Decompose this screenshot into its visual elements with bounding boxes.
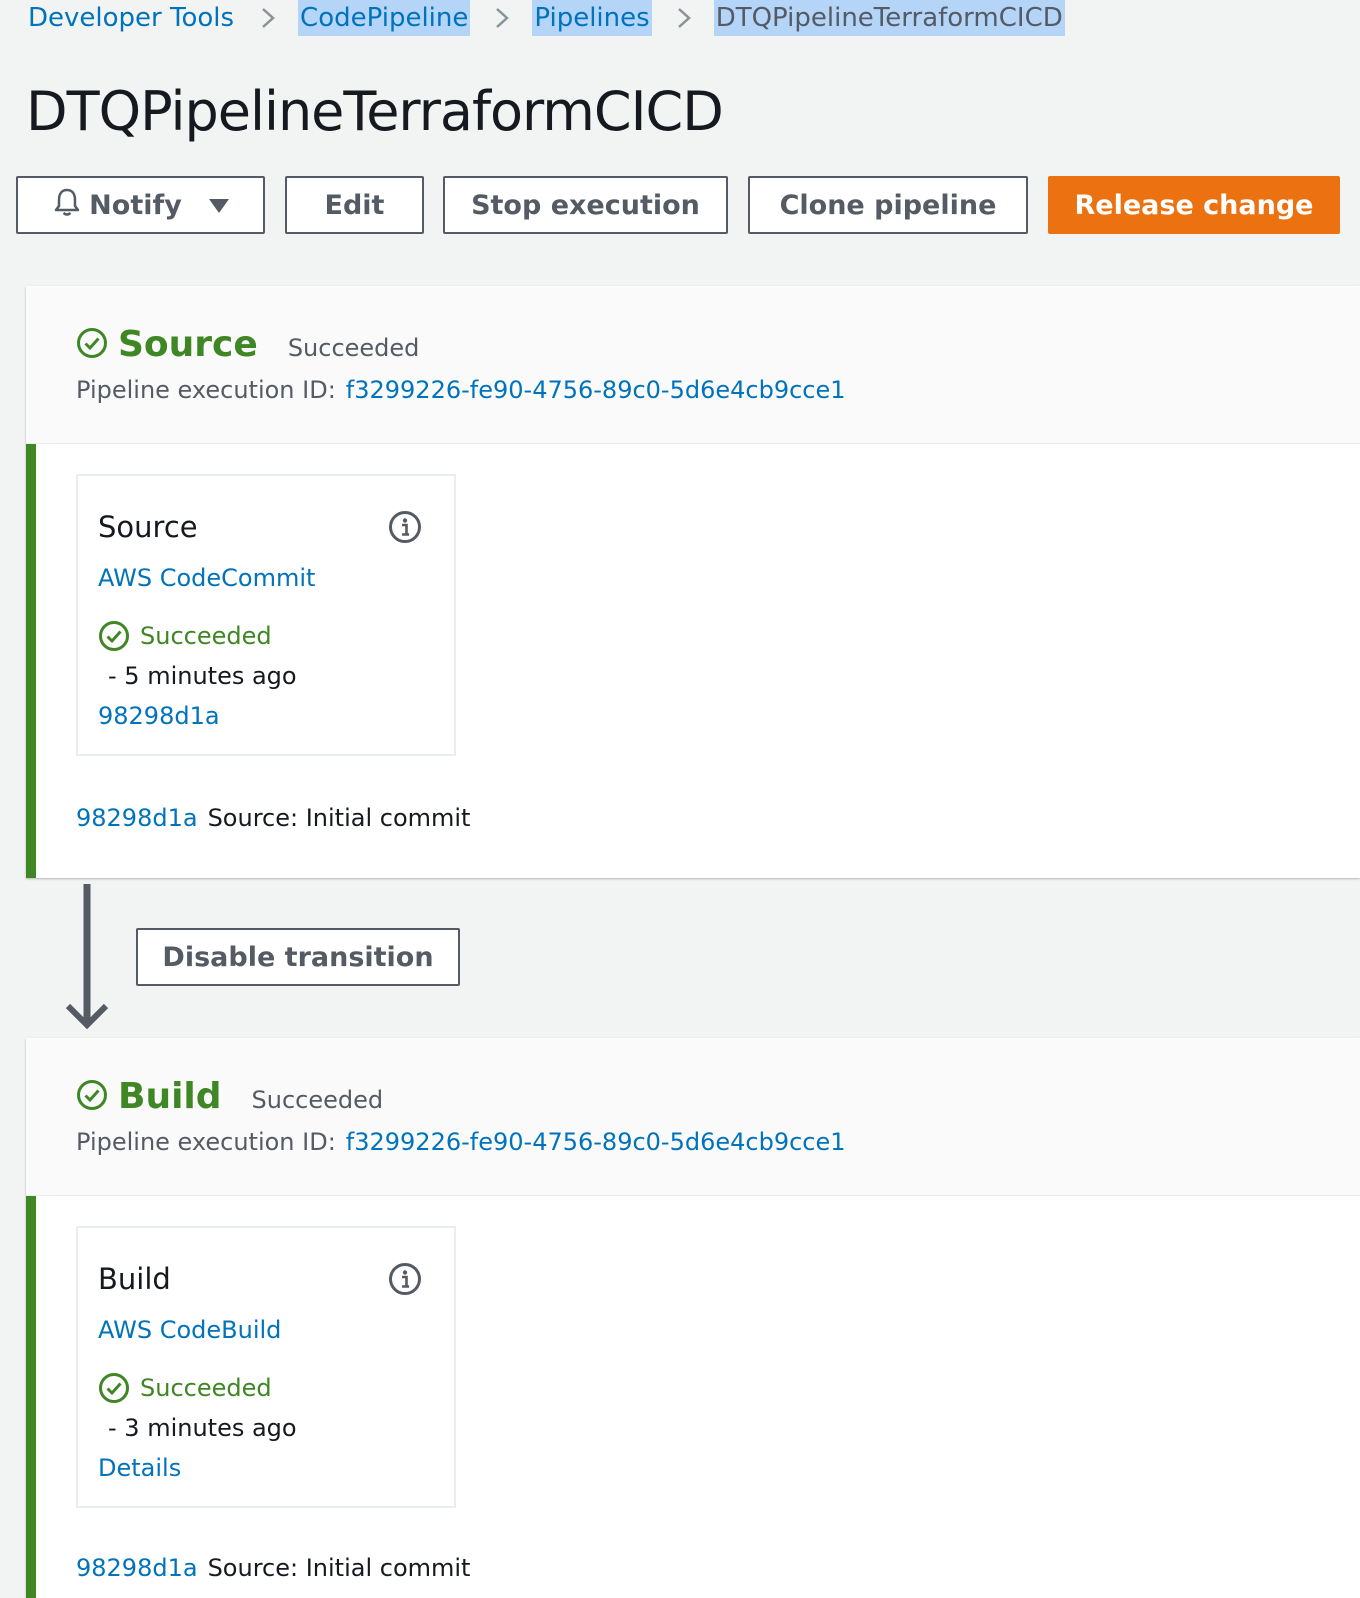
- execution-id-label: Pipeline execution ID:: [76, 376, 336, 404]
- execution-id-label: Pipeline execution ID:: [76, 1128, 336, 1156]
- action-card-build: Build AWS CodeBuild Succeeded - 3 minute…: [76, 1226, 456, 1508]
- stop-execution-button[interactable]: Stop execution: [443, 176, 728, 234]
- chevron-right-icon: [236, 0, 298, 36]
- breadcrumb: Developer Tools CodePipeline Pipelines D…: [26, 0, 1065, 36]
- notify-label: Notify: [89, 189, 182, 221]
- notify-button[interactable]: Notify: [16, 176, 265, 234]
- action-provider-link[interactable]: AWS CodeBuild: [98, 1316, 281, 1344]
- check-circle-icon: [99, 621, 129, 651]
- check-circle-icon: [99, 1373, 129, 1403]
- chevron-right-icon: [652, 0, 714, 36]
- action-status: Succeeded: [98, 620, 272, 652]
- execution-id-link[interactable]: f3299226-fe90-4756-89c0-5d6e4cb9cce1: [346, 376, 846, 404]
- stage-name: Source: [118, 324, 258, 365]
- action-status-text: Succeeded: [140, 622, 272, 650]
- action-time: - 5 minutes ago: [108, 662, 297, 690]
- stage-title: Build Succeeded: [76, 1076, 383, 1117]
- stage-build: Build Succeeded Pipeline execution ID: f3…: [26, 1038, 1360, 1598]
- stage-header: Source Succeeded Pipeline execution ID: f…: [26, 286, 1360, 444]
- execution-id-row: Pipeline execution ID: f3299226-fe90-4756…: [76, 1128, 846, 1156]
- stage-status: Succeeded: [251, 1085, 384, 1114]
- page-title: DTQPipelineTerraformCICD: [26, 80, 724, 143]
- stage-source: Source Succeeded Pipeline execution ID: f…: [26, 286, 1360, 878]
- stage-status: Succeeded: [287, 333, 420, 362]
- action-details-link[interactable]: Details: [98, 1454, 181, 1482]
- commit-message: Source: Initial commit: [207, 1554, 471, 1582]
- stage-title: Source Succeeded: [76, 324, 419, 365]
- disable-transition-button[interactable]: Disable transition: [136, 928, 460, 986]
- clone-pipeline-button[interactable]: Clone pipeline: [748, 176, 1028, 234]
- commit-message: Source: Initial commit: [207, 804, 471, 832]
- breadcrumb-current: DTQPipelineTerraformCICD: [713, 0, 1065, 36]
- stage-name: Build: [118, 1076, 222, 1117]
- caret-down-icon: [208, 190, 230, 221]
- stage-header: Build Succeeded Pipeline execution ID: f3…: [26, 1038, 1360, 1196]
- action-status-text: Succeeded: [140, 1374, 272, 1402]
- release-change-button[interactable]: Release change: [1048, 176, 1340, 234]
- execution-id-row: Pipeline execution ID: f3299226-fe90-4756…: [76, 376, 846, 404]
- commit-info: 98298d1a Source: Initial commit: [76, 1554, 470, 1582]
- breadcrumb-developer-tools[interactable]: Developer Tools: [26, 0, 236, 36]
- action-title: Source: [98, 510, 198, 544]
- commit-id-link[interactable]: 98298d1a: [76, 1554, 198, 1582]
- action-provider-link[interactable]: AWS CodeCommit: [98, 564, 315, 592]
- action-revision-link[interactable]: 98298d1a: [98, 702, 220, 730]
- info-icon[interactable]: [388, 510, 422, 548]
- commit-id-link[interactable]: 98298d1a: [76, 804, 198, 832]
- breadcrumb-codepipeline[interactable]: CodePipeline: [298, 0, 471, 36]
- chevron-right-icon: [470, 0, 532, 36]
- action-card-source: Source AWS CodeCommit Succeeded - 5 minu…: [76, 474, 456, 756]
- execution-id-link[interactable]: f3299226-fe90-4756-89c0-5d6e4cb9cce1: [346, 1128, 846, 1156]
- commit-info: 98298d1a Source: Initial commit: [76, 804, 470, 832]
- action-title: Build: [98, 1262, 171, 1296]
- action-time: - 3 minutes ago: [108, 1414, 297, 1442]
- breadcrumb-pipelines[interactable]: Pipelines: [532, 0, 652, 36]
- check-circle-icon: [76, 327, 108, 363]
- bell-icon: [51, 186, 83, 225]
- edit-button[interactable]: Edit: [285, 176, 424, 234]
- arrow-down-icon: [62, 884, 112, 1038]
- info-icon[interactable]: [388, 1262, 422, 1300]
- action-status: Succeeded: [98, 1372, 272, 1404]
- check-circle-icon: [76, 1079, 108, 1115]
